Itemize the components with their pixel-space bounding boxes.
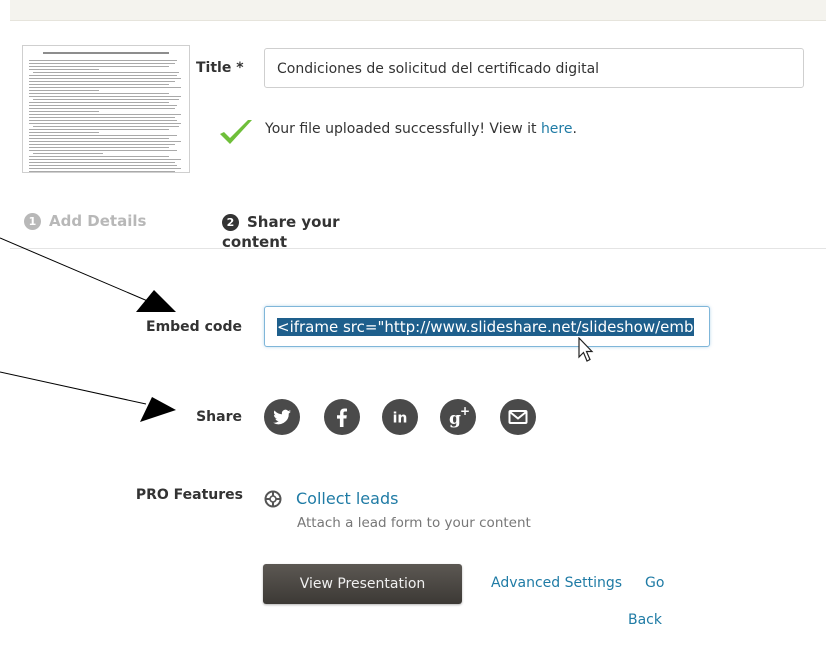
collect-leads-link[interactable]: Collect leads (296, 489, 398, 508)
pro-features-label: PRO Features (135, 487, 243, 503)
linkedin-icon[interactable]: in (382, 399, 418, 435)
arrow-line-embed (0, 237, 151, 303)
email-icon[interactable] (500, 399, 536, 435)
embed-code-label: Embed code (146, 319, 242, 335)
svg-text:+: + (460, 404, 470, 418)
facebook-icon[interactable] (324, 399, 360, 435)
embed-code-value: <iframe src="http://www.slideshare.net/s… (277, 318, 694, 336)
advanced-settings-link[interactable]: Advanced Settings (491, 575, 622, 591)
arrow-head-embed (136, 290, 176, 312)
google-plus-icon[interactable]: g + (440, 399, 476, 435)
back-link[interactable]: Back (628, 612, 662, 628)
twitter-icon[interactable] (264, 399, 300, 435)
mouse-cursor-icon (578, 337, 594, 362)
embed-code-input[interactable]: <iframe src="http://www.slideshare.net/s… (264, 306, 710, 347)
svg-text:in: in (393, 411, 408, 427)
arrow-line-share (0, 371, 147, 405)
lifebuoy-icon (264, 490, 282, 508)
view-presentation-button[interactable]: View Presentation (263, 564, 462, 604)
collect-leads-description: Attach a lead form to your content (297, 515, 531, 531)
share-label: Share (196, 409, 242, 425)
go-link[interactable]: Go (645, 575, 664, 591)
